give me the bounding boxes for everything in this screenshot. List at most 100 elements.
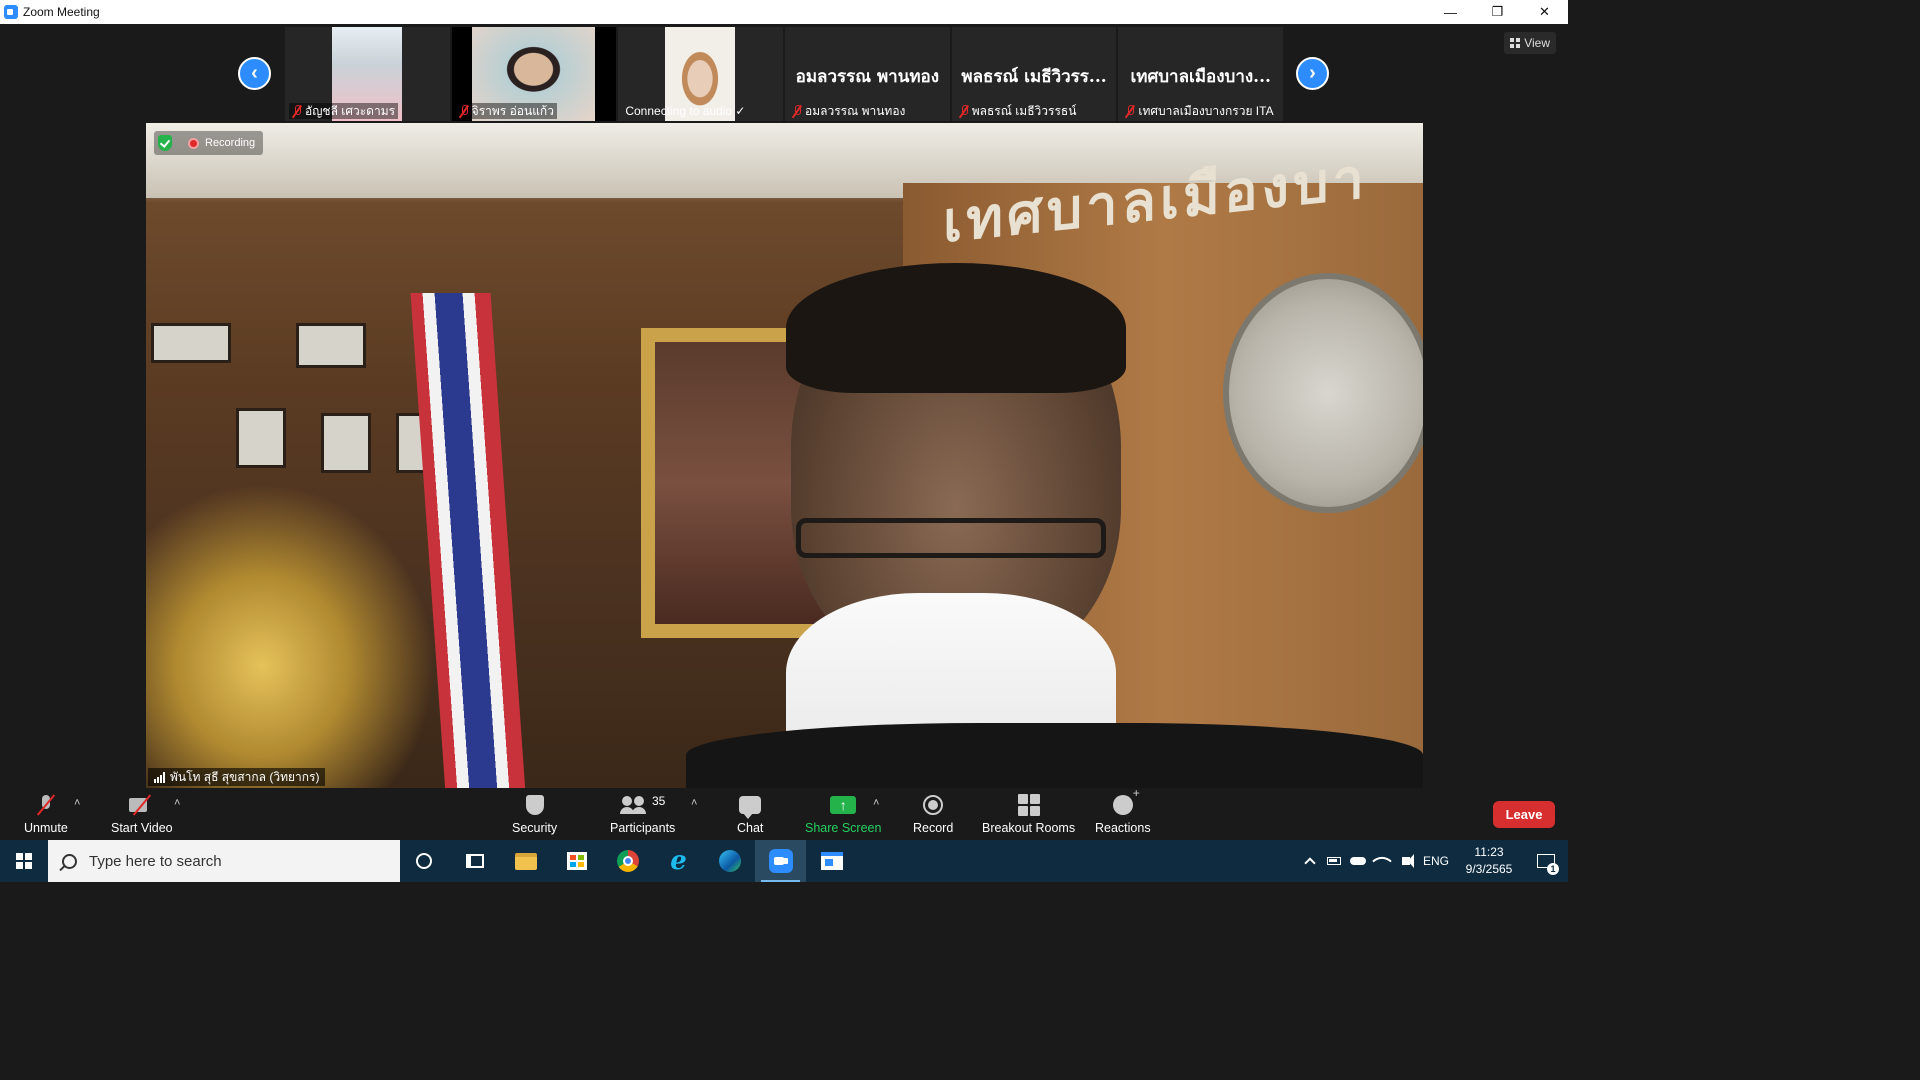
taskbar-search-box[interactable]: Type here to search	[48, 840, 400, 882]
chrome-icon	[616, 850, 639, 872]
next-page-button[interactable]: ›	[1296, 57, 1329, 90]
participants-options-caret[interactable]: ˄	[691, 797, 697, 809]
breakout-rooms-label: Breakout Rooms	[982, 821, 1076, 835]
battery-icon	[1327, 857, 1341, 865]
chrome-button[interactable]	[602, 840, 653, 882]
meeting-area: ‹ อัญชลี เศวะดามร จิราพร อ่อนแก้ว Connec…	[0, 24, 1568, 788]
participants-icon	[619, 796, 648, 814]
share-screen-label: Share Screen	[805, 821, 882, 835]
mic-off-icon	[959, 104, 969, 118]
reactions-button[interactable]: Reactions	[1095, 786, 1151, 835]
internet-explorer-button[interactable]: e	[653, 840, 704, 882]
participant-display-name: เทศบาลเมืองบาง...	[1130, 67, 1271, 87]
network-button[interactable]	[1370, 840, 1394, 882]
speaker-volume-icon	[1402, 857, 1410, 865]
start-video-button[interactable]: Start Video	[111, 792, 173, 835]
cloud-icon	[1350, 857, 1366, 865]
cortana-button[interactable]	[398, 840, 449, 882]
record-button[interactable]: Record	[913, 792, 953, 835]
participant-nametag: พลธรณ์ เมธีวิวรรธน์	[956, 103, 1080, 119]
chevron-up-icon	[1304, 857, 1316, 869]
participant-display-name: อมลวรรณ พานทอง	[795, 67, 940, 87]
file-explorer-button[interactable]	[500, 840, 551, 882]
participant-tile[interactable]: Connecting to audio ✓	[618, 27, 784, 121]
minimize-button[interactable]: —	[1427, 0, 1474, 24]
view-button[interactable]: View	[1504, 32, 1556, 54]
video-trophies	[146, 483, 436, 788]
participant-tile[interactable]: อัญชลี เศวะดามร	[285, 27, 450, 121]
zoom-icon	[768, 849, 793, 873]
battery-button[interactable]	[1322, 840, 1346, 882]
onedrive-button[interactable]	[1346, 840, 1370, 882]
window-title: Zoom Meeting	[23, 5, 100, 19]
store-icon	[566, 852, 587, 870]
edge-button[interactable]	[704, 840, 755, 882]
leave-button[interactable]: Leave	[1493, 801, 1555, 828]
share-screen-button[interactable]: ↑ Share Screen	[805, 792, 881, 835]
thumbnail-strip: อัญชลี เศวะดามร จิราพร อ่อนแก้ว Connecti…	[285, 27, 1284, 121]
input-language[interactable]: ENG	[1418, 854, 1454, 868]
participant-name: จิราพร อ่อนแก้ว	[471, 103, 554, 118]
taskbar-clock[interactable]: 11:23 9/3/2565	[1454, 844, 1524, 878]
action-center-button[interactable]: 1	[1524, 840, 1568, 882]
connection-signal-icon	[154, 771, 165, 783]
participant-tile[interactable]: จิราพร อ่อนแก้ว	[451, 27, 617, 121]
recording-dot-icon	[188, 137, 199, 149]
unmute-button[interactable]: Unmute	[24, 792, 68, 835]
security-shield-icon	[525, 795, 544, 815]
participant-tile[interactable]: อมลวรรณ พานทอง อมลวรรณ พานทอง	[785, 27, 950, 121]
breakout-rooms-icon	[1017, 794, 1040, 816]
video-options-caret[interactable]: ˄	[174, 797, 180, 809]
zoom-app-icon	[4, 5, 18, 19]
participant-nametag: อมลวรรณ พานทอง	[789, 103, 908, 119]
connecting-audio-status: Connecting to audio ✓	[625, 104, 746, 118]
chat-button[interactable]: Chat	[737, 792, 763, 835]
app-window-button[interactable]	[806, 840, 857, 882]
volume-button[interactable]	[1394, 840, 1418, 882]
video-speaker-uniform	[686, 723, 1423, 788]
start-video-label: Start Video	[111, 821, 173, 835]
start-button[interactable]	[0, 840, 48, 882]
encryption-shield-icon	[158, 135, 172, 151]
windows-logo-icon	[16, 853, 32, 869]
chat-label: Chat	[737, 821, 764, 835]
participant-name: พลธรณ์ เมธีวิวรรธน์	[971, 103, 1077, 118]
close-button[interactable]: ✕	[1521, 0, 1568, 24]
record-icon	[923, 795, 944, 815]
internet-explorer-icon: e	[670, 846, 687, 876]
restore-button[interactable]: ❐	[1474, 0, 1521, 24]
participant-tile[interactable]: พลธรณ์ เมธีวิวรร... พลธรณ์ เมธีวิวรรธน์	[951, 27, 1117, 121]
participant-tile[interactable]: เทศบาลเมืองบาง... เทศบาลเมืองบางกรวย ITA	[1118, 27, 1284, 121]
security-label: Security	[512, 821, 558, 835]
task-view-icon	[465, 854, 484, 868]
microsoft-store-button[interactable]	[551, 840, 602, 882]
show-hidden-icons-button[interactable]	[1298, 840, 1322, 882]
active-speaker-name: พันโท สุธี สุขสากล (วิทยากร)	[170, 769, 320, 784]
clock-time: 11:23	[1474, 845, 1504, 859]
zoom-taskbar-button[interactable]	[755, 840, 806, 882]
participants-button[interactable]: 35 Participants	[610, 792, 675, 835]
search-placeholder: Type here to search	[89, 852, 222, 870]
participant-display-name: พลธรณ์ เมธีวิวรร...	[961, 67, 1107, 87]
recording-badge[interactable]: Recording	[154, 131, 264, 155]
app-window-icon	[820, 852, 843, 870]
mic-off-icon	[1125, 104, 1135, 118]
task-view-button[interactable]	[449, 840, 500, 882]
security-button[interactable]: Security	[512, 792, 557, 835]
video-speaker-glasses	[796, 518, 1106, 558]
audio-options-caret[interactable]: ˄	[74, 797, 80, 809]
prev-page-button[interactable]: ‹	[238, 57, 271, 90]
recording-label: Recording	[205, 137, 256, 149]
video-speaker-hair	[786, 263, 1126, 393]
share-options-caret[interactable]: ˄	[873, 797, 879, 809]
participant-name: อมลวรรณ พานทอง	[805, 103, 906, 118]
participant-nametag: จิราพร อ่อนแก้ว	[455, 103, 557, 119]
mic-off-icon	[792, 104, 802, 118]
smiley-reaction-icon	[1112, 786, 1140, 815]
participant-nametag: อัญชลี เศวะดามร	[289, 103, 399, 119]
participant-nametag: Connecting to audio ✓	[622, 103, 748, 119]
breakout-rooms-button[interactable]: Breakout Rooms	[982, 792, 1075, 835]
notification-count: 1	[1547, 863, 1559, 875]
folder-icon	[514, 852, 537, 870]
system-tray: ENG 11:23 9/3/2565 1	[1298, 840, 1568, 882]
